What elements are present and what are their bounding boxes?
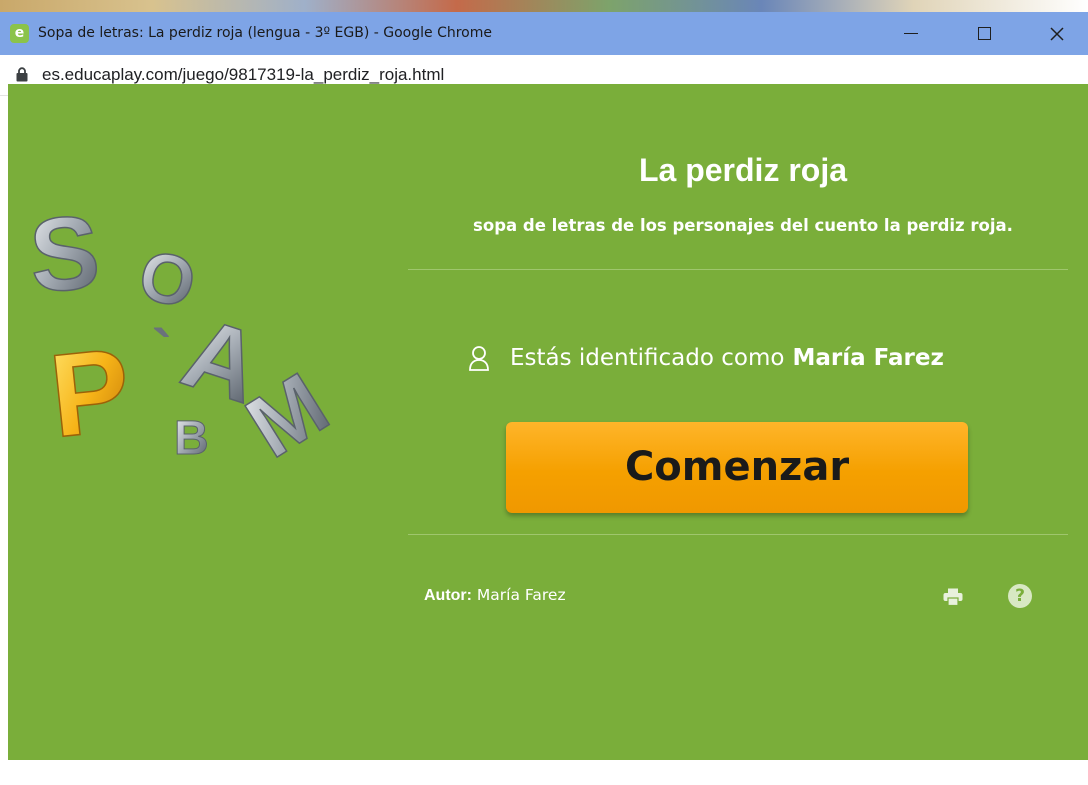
game-description: sopa de letras de los personajes del cue… xyxy=(473,216,1013,235)
close-icon xyxy=(1050,26,1064,41)
minimize-icon xyxy=(904,32,918,35)
educaplay-app-icon: e xyxy=(10,24,29,43)
word-search-logo: S O P ` A M B xyxy=(25,193,345,474)
title-bar[interactable]: e Sopa de letras: La perdiz roja (lengua… xyxy=(0,12,1088,55)
maximize-button[interactable] xyxy=(961,12,1007,55)
minimize-button[interactable] xyxy=(888,12,934,55)
user-icon xyxy=(469,346,489,371)
identity-user-name: María Farez xyxy=(792,345,944,371)
logo-letter-p: P xyxy=(44,324,136,464)
close-button[interactable] xyxy=(1034,12,1080,55)
logo-letter-accent: ` xyxy=(152,318,172,385)
logo-letter-o: O xyxy=(133,235,202,323)
identity-text: Estás identificado como xyxy=(510,345,785,371)
author-name[interactable]: María Farez xyxy=(477,586,566,604)
print-icon[interactable] xyxy=(943,588,963,606)
author-label: Autor: xyxy=(424,587,472,604)
logo-letter-b: B xyxy=(174,412,209,465)
divider-top xyxy=(408,269,1068,270)
logo-letter-s: S xyxy=(26,194,103,315)
window-title: Sopa de letras: La perdiz roja (lengua -… xyxy=(38,25,492,41)
lock-icon xyxy=(16,67,28,82)
author-line: Autor: María Farez xyxy=(424,584,566,607)
maximize-icon xyxy=(977,27,991,40)
help-icon[interactable]: ? xyxy=(1008,584,1032,608)
game-title: La perdiz roja xyxy=(638,152,848,188)
divider-bottom xyxy=(408,534,1068,535)
game-start-page: S O P ` A M B La perdiz roja sopa de let… xyxy=(8,84,1088,760)
background-content-strip xyxy=(0,0,1088,12)
url-text[interactable]: es.educaplay.com/juego/9817319-la_perdiz… xyxy=(42,65,444,85)
start-button[interactable]: Comenzar xyxy=(506,422,968,513)
logo-letters: S O P ` A M B xyxy=(25,193,345,474)
identity-line: Estás identificado como María Farez xyxy=(468,342,944,374)
